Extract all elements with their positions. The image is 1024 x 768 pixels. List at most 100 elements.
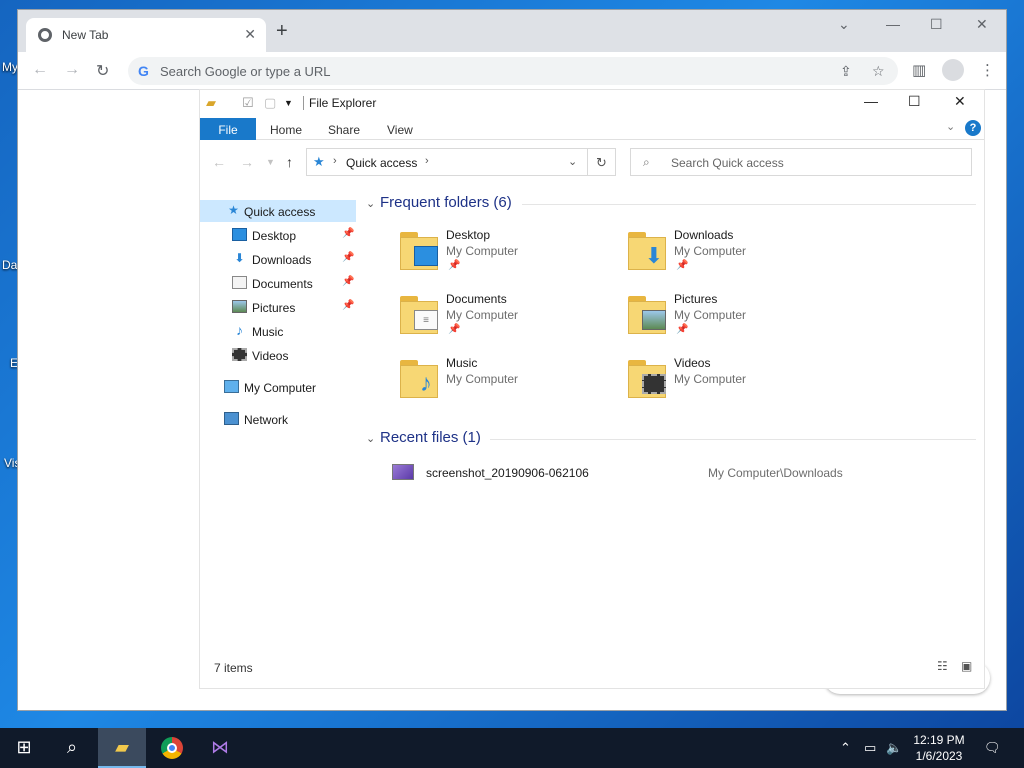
search-icon: ⌕ [643,155,650,169]
nav-item-videos[interactable]: Videos [200,344,356,366]
tab-search-icon[interactable]: ⌄ [838,16,850,33]
nav-item-label: My Computer [244,381,317,395]
omnibox[interactable]: G Search Google or type a URL ⇪ ☆ [128,57,898,85]
ribbon-tab-view[interactable]: View [387,118,413,140]
collapse-chevron-icon[interactable]: ⌄ [366,432,380,445]
help-icon[interactable]: ? [965,120,981,136]
chrome-taskbar-icon[interactable] [148,728,196,768]
desktop-icon-label[interactable]: E [10,356,18,370]
back-arrow-icon[interactable]: ← [212,154,226,170]
share-icon[interactable]: ⇪ [840,63,852,80]
details-view-icon[interactable]: ☷ [937,659,948,673]
nav-item-label: Downloads [252,253,312,267]
nav-item-documents[interactable]: Documents 📌 [200,272,356,294]
folder-icon: ≡ [400,296,440,334]
properties-icon[interactable]: ☑ [242,95,254,111]
file-explorer-taskbar-icon[interactable]: ▰ [98,728,146,768]
navigation-pane: ★ Quick access Desktop 📌 ⬇ Downloads 📌 D… [200,198,356,438]
chevron-right-icon[interactable]: › [333,155,337,167]
folder-videos[interactable]: Videos My Computer [628,356,848,416]
folder-music[interactable]: ♪ Music My Computer [400,356,620,416]
nav-item-network[interactable]: Network [200,408,356,430]
reload-button[interactable]: ↻ [96,61,109,81]
folder-documents[interactable]: ≡ Documents My Computer 📌 [400,292,620,352]
frequent-folders-header[interactable]: ⌄ Frequent folders (6) [366,194,976,214]
status-item-count: 7 items [214,661,253,675]
close-button[interactable]: ✕ [976,16,988,33]
chevron-right-icon[interactable]: › [425,155,429,167]
nav-item-label: Network [244,413,289,427]
address-bar-row: ← → ▼ ↑ ★ › Quick access › ⌄ ↻ ⌕ Search … [200,146,984,178]
menu-icon[interactable]: ⋮ [980,61,995,79]
nav-item-music[interactable]: ♪ Music [200,320,356,342]
chrome-toolbar: ← → ↻ G Search Google or type a URL ⇪ ☆ … [18,52,1006,90]
omnibox-placeholder: Search Google or type a URL [160,64,331,79]
pin-icon: 📌 [342,276,355,287]
tab-new-tab[interactable]: New Tab ✕ [26,18,266,52]
show-hidden-icons-chevron-icon[interactable]: ⌃ [840,740,851,756]
volume-icon[interactable]: 🔈 [886,740,902,756]
ribbon-tab-file[interactable]: File [200,118,256,140]
nav-item-downloads[interactable]: ⬇ Downloads 📌 [200,248,356,270]
folder-name: Pictures [674,292,718,306]
forward-button[interactable]: → [64,61,80,79]
system-clock[interactable]: 12:19 PM 1/6/2023 [910,732,968,764]
nav-item-my-computer[interactable]: My Computer [200,376,356,398]
side-panel-icon[interactable]: ▥ [912,61,926,79]
folder-location: My Computer [674,244,747,258]
chrome-favicon-icon [38,28,52,42]
collapse-chevron-icon[interactable]: ⌄ [366,197,380,210]
notifications-icon[interactable]: 🗨 [984,740,1001,756]
folder-downloads[interactable]: ⬇ Downloads My Computer 📌 [628,228,848,288]
search-icon[interactable]: ⌕ [48,728,96,768]
desktop-icon-label[interactable]: My [2,60,18,74]
recent-locations-icon[interactable]: ▼ [266,157,275,167]
ribbon-tab-share[interactable]: Share [328,118,360,140]
clock-date: 1/6/2023 [915,749,963,763]
explorer-title-bar: ▰ ☑ ▢ ▼ File Explorer — ☐ ✕ [200,90,984,116]
file-explorer-window: ▰ ☑ ▢ ▼ File Explorer — ☐ ✕ File Home Sh… [199,89,985,689]
pin-icon: 📌 [676,260,689,271]
close-button[interactable]: ✕ [954,93,966,110]
large-icons-view-icon[interactable]: ▣ [961,659,972,673]
back-button[interactable]: ← [32,61,48,79]
network-tray-icon[interactable]: ▭ [864,740,876,756]
search-input[interactable]: ⌕ Search Quick access [630,148,972,176]
new-tab-button[interactable]: + [276,21,288,41]
chevron-down-icon[interactable]: ⌄ [568,155,577,168]
minimize-button[interactable]: — [864,93,878,109]
start-windows-icon[interactable]: ⊞ [0,728,48,768]
maximize-button[interactable]: ☐ [908,93,921,110]
desktop-icon-label[interactable]: Da [2,258,17,272]
divider [490,439,976,440]
divider [522,204,976,205]
nav-item-desktop[interactable]: Desktop 📌 [200,224,356,246]
folder-icon [628,360,668,398]
visual-studio-taskbar-icon[interactable]: ⋈ [196,728,244,768]
recent-files-header[interactable]: ⌄ Recent files (1) [366,429,976,449]
close-tab-icon[interactable]: ✕ [244,26,256,43]
customize-toolbar-icon[interactable]: ▼ [284,98,293,108]
recent-file-item[interactable]: screenshot_20190906-062106 My Computer\D… [390,462,970,484]
explorer-title: File Explorer [309,96,377,110]
refresh-button[interactable]: ↻ [588,148,616,176]
nav-item-pictures[interactable]: Pictures 📌 [200,296,356,318]
profile-avatar[interactable] [942,59,964,81]
address-bar[interactable]: ★ › Quick access › ⌄ [306,148,588,176]
nav-item-quick-access[interactable]: ★ Quick access [200,200,356,222]
nav-item-label: Videos [252,349,289,363]
ribbon-tab-home[interactable]: Home [270,118,302,140]
bookmark-star-icon[interactable]: ☆ [872,63,885,80]
star-icon: ★ [228,203,239,217]
address-location[interactable]: Quick access [346,156,417,170]
folder-desktop[interactable]: Desktop My Computer 📌 [400,228,620,288]
maximize-button[interactable]: ☐ [930,16,943,33]
pin-icon: 📌 [342,300,355,311]
minimize-button[interactable]: — [886,16,900,32]
expand-ribbon-icon[interactable]: ⌄ [946,120,955,133]
up-arrow-icon[interactable]: ↑ [286,154,293,170]
forward-arrow-icon[interactable]: → [240,154,254,170]
folder-pictures[interactable]: Pictures My Computer 📌 [628,292,848,352]
new-folder-icon[interactable]: ▢ [264,95,276,111]
clock-time: 12:19 PM [913,733,965,747]
